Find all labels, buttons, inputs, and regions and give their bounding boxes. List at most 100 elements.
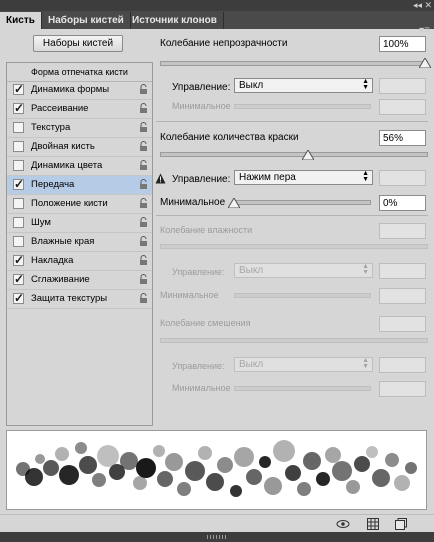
list-item-label: Динамика формы <box>31 84 110 95</box>
list-item-label: Шум <box>31 217 51 228</box>
lock-icon[interactable] <box>139 160 148 171</box>
lock-icon[interactable] <box>139 179 148 190</box>
flow-control-label: Управление: <box>172 174 231 185</box>
collapse-icon[interactable]: ◂◂ <box>413 0 422 10</box>
list-item[interactable]: ✓ Рассеивание <box>7 100 152 119</box>
list-item-label: Динамика цвета <box>31 160 103 171</box>
mix-min-field <box>379 381 426 397</box>
checkmark-icon: ✓ <box>14 177 25 191</box>
opacity-jitter-slider[interactable] <box>160 61 428 66</box>
brush-tip-shape-item[interactable]: Форма отпечатка кисти <box>7 63 152 82</box>
checkmark-icon: ✓ <box>14 272 25 286</box>
list-item[interactable]: Влажные края <box>7 233 152 252</box>
divider <box>156 121 428 122</box>
checkbox[interactable] <box>13 160 24 171</box>
list-item-label: Рассеивание <box>31 103 89 114</box>
opacity-control-empty-field <box>379 78 426 94</box>
slider-thumb-icon[interactable] <box>302 150 314 160</box>
panel-footer <box>0 514 434 533</box>
list-item-label: Текстура <box>31 122 71 133</box>
lock-icon[interactable] <box>139 198 148 209</box>
flow-min-slider[interactable] <box>234 200 371 205</box>
wetness-jitter-slider <box>160 244 428 249</box>
divider <box>156 215 428 216</box>
lock-icon[interactable] <box>139 293 148 304</box>
mix-jitter-label: Колебание смешения <box>160 318 251 328</box>
tab-brush-presets[interactable]: Наборы кистей <box>42 12 131 29</box>
select-value: Выкл <box>239 265 264 276</box>
checkbox[interactable]: ✓ <box>13 253 24 267</box>
checkbox[interactable]: ✓ <box>13 101 24 115</box>
brush-settings-list: Форма отпечатка кисти ✓ Динамика формы ✓… <box>6 62 153 426</box>
checkbox[interactable]: ✓ <box>13 82 24 96</box>
opacity-min-field <box>379 99 426 115</box>
checkbox[interactable] <box>13 217 24 228</box>
list-item-label: Сглаживание <box>31 274 90 285</box>
list-item-label: Положение кисти <box>31 198 108 209</box>
mix-min-label: Минимальное <box>172 383 231 393</box>
checkbox[interactable]: ✓ <box>13 177 24 191</box>
eye-icon[interactable] <box>336 518 350 530</box>
warning-icon <box>155 173 166 184</box>
grid-icon[interactable] <box>367 518 379 530</box>
brush-stroke-preview <box>6 430 427 510</box>
flow-jitter-label: Колебание количества краски <box>160 132 299 143</box>
lock-icon[interactable] <box>139 274 148 285</box>
flow-min-value[interactable]: 0% <box>379 195 426 211</box>
select-value: Выкл <box>239 359 264 370</box>
tab-clone-source[interactable]: Источник клонов <box>126 12 224 29</box>
list-item[interactable]: Шум <box>7 214 152 233</box>
checkbox[interactable] <box>13 122 24 133</box>
checkbox[interactable]: ✓ <box>13 272 24 286</box>
opacity-control-select[interactable]: Выкл ▲ ▼ <box>234 78 373 93</box>
checkmark-icon: ✓ <box>14 101 25 115</box>
slider-thumb-icon[interactable] <box>419 58 431 68</box>
list-item[interactable]: ✓ Накладка <box>7 252 152 271</box>
mix-control-label: Управление: <box>172 361 225 371</box>
panel-title-bar: ◂◂ ✕ <box>0 0 434 11</box>
new-preset-icon[interactable] <box>395 518 407 530</box>
checkmark-icon: ✓ <box>14 82 25 96</box>
list-item[interactable]: Двойная кисть <box>7 138 152 157</box>
checkbox[interactable] <box>13 236 24 247</box>
flow-control-select[interactable]: Нажим пера ▲ ▼ <box>234 170 373 185</box>
opacity-jitter-value[interactable]: 100% <box>379 36 426 52</box>
mix-jitter-field <box>379 316 426 332</box>
lock-icon[interactable] <box>139 255 148 266</box>
brush-presets-button[interactable]: Наборы кистей <box>33 35 123 52</box>
list-item-selected[interactable]: ✓ Передача <box>7 176 152 195</box>
lock-icon[interactable] <box>139 141 148 152</box>
list-item[interactable]: Текстура <box>7 119 152 138</box>
checkbox[interactable] <box>13 141 24 152</box>
lock-icon[interactable] <box>139 84 148 95</box>
flow-jitter-value[interactable]: 56% <box>379 130 426 146</box>
checkbox[interactable]: ✓ <box>13 291 24 305</box>
resize-handle[interactable] <box>0 532 434 542</box>
flow-control-empty-field <box>379 170 426 186</box>
mix-min-slider <box>234 386 371 391</box>
tab-brush[interactable]: Кисть <box>0 12 42 29</box>
close-icon[interactable]: ✕ <box>424 0 432 10</box>
panel-menu-icon[interactable]: ▾≡ <box>419 25 430 36</box>
lock-icon[interactable] <box>139 103 148 114</box>
lock-icon[interactable] <box>139 122 148 133</box>
slider-thumb-icon[interactable] <box>228 198 240 208</box>
lock-icon[interactable] <box>139 236 148 247</box>
list-item[interactable]: ✓ Динамика формы <box>7 81 152 100</box>
list-item[interactable]: ✓ Защита текстуры <box>7 290 152 309</box>
lock-icon[interactable] <box>139 217 148 228</box>
wetness-control-field <box>379 263 426 279</box>
checkbox[interactable] <box>13 198 24 209</box>
wetness-control-select: Выкл ▲ ▼ <box>234 263 373 278</box>
select-value: Нажим пера <box>239 172 296 183</box>
list-item[interactable]: Динамика цвета <box>7 157 152 176</box>
updown-arrows-icon: ▲ ▼ <box>362 357 369 370</box>
flow-min-label: Минимальное <box>160 197 226 208</box>
list-item[interactable]: Положение кисти <box>7 195 152 214</box>
list-item[interactable]: ✓ Сглаживание <box>7 271 152 290</box>
flow-jitter-slider[interactable] <box>160 152 428 157</box>
mix-control-field <box>379 357 426 373</box>
updown-arrows-icon: ▲ ▼ <box>362 78 369 91</box>
opacity-min-slider <box>234 104 371 109</box>
opacity-jitter-label: Колебание непрозрачности <box>160 38 288 49</box>
